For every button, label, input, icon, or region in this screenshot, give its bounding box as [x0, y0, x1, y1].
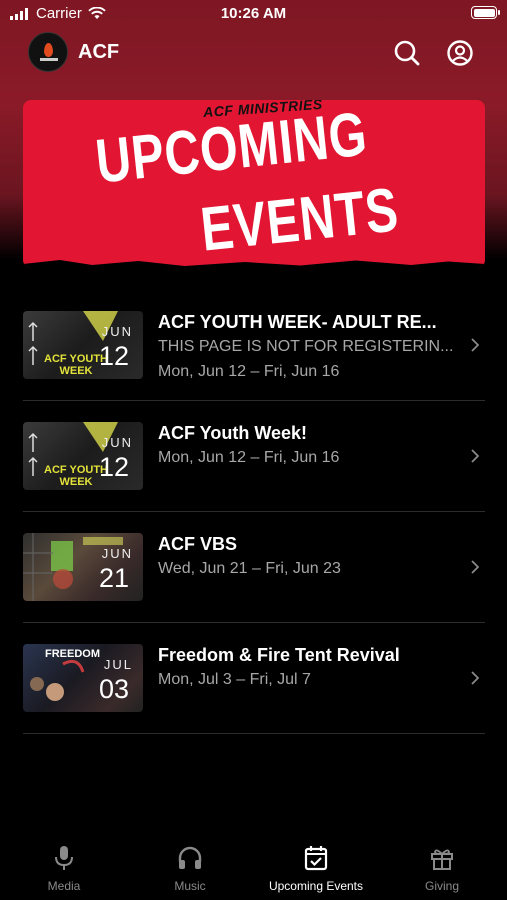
bottom-tab-bar: Media Music Upcoming Events Giving — [0, 838, 507, 900]
event-day: 12 — [98, 452, 129, 482]
headphones-icon — [178, 846, 202, 869]
event-row[interactable]: ACF YOUTH WEEK JUN 12 ACF Youth Week! Mo… — [23, 401, 485, 512]
banner-line-1: UPCOMING — [92, 100, 371, 197]
chevron-right-icon — [471, 338, 479, 352]
search-button[interactable] — [392, 38, 422, 68]
chevron-right-icon — [471, 449, 479, 463]
tab-media[interactable]: Media — [1, 844, 127, 893]
events-list: ACF YOUTH WEEK JUN 12 ACF YOUTH WEEK- AD… — [23, 290, 485, 734]
thumbnail-text: FREEDOM — [45, 648, 100, 660]
tab-label: Giving — [424, 879, 459, 893]
event-dates: Wed, Jun 21 – Fri, Jun 23 — [158, 560, 341, 577]
app-header: ACF — [0, 32, 507, 74]
event-title: ACF VBS — [158, 534, 238, 554]
event-thumbnail: ACF YOUTH WEEK JUN 12 — [23, 311, 143, 379]
tab-label: Upcoming Events — [268, 879, 364, 893]
microphone-icon — [55, 846, 73, 870]
chevron-right-icon — [471, 671, 479, 685]
event-day: 12 — [98, 341, 129, 371]
battery-icon — [471, 6, 500, 19]
status-time: 10:26 AM — [220, 5, 287, 22]
status-bar: Carrier 10:26 AM — [0, 0, 507, 28]
tab-label: Media — [47, 879, 81, 893]
event-month: JUN — [101, 324, 133, 339]
event-title: Freedom & Fire Tent Revival — [158, 645, 400, 665]
tab-giving[interactable]: Giving — [379, 844, 505, 893]
upcoming-events-banner: ACF MINISTRIES UPCOMING EVENTS — [23, 100, 485, 268]
event-month: JUN — [101, 435, 133, 450]
tab-label: Music — [174, 879, 206, 893]
event-month: JUN — [101, 546, 133, 561]
event-month: JUL — [103, 657, 133, 672]
app-title: ACF — [78, 41, 120, 63]
banner-line-2: EVENTS — [197, 175, 402, 265]
calendar-check-icon — [304, 846, 328, 871]
event-dates: Mon, Jul 3 – Fri, Jul 7 — [158, 671, 311, 688]
event-dates: Mon, Jun 12 – Fri, Jun 16 — [158, 449, 340, 466]
event-day: 21 — [98, 563, 129, 593]
event-row[interactable]: FREEDOM JUL 03 Freedom & Fire Tent Reviv… — [23, 623, 485, 734]
event-row[interactable]: ACF YOUTH WEEK JUN 12 ACF YOUTH WEEK- AD… — [23, 290, 485, 401]
account-icon — [447, 40, 473, 66]
app-logo[interactable] — [28, 32, 68, 72]
event-note: THIS PAGE IS NOT FOR REGISTERIN... — [158, 338, 454, 355]
event-thumbnail: JUN 21 — [23, 533, 143, 601]
event-dates: Mon, Jun 12 – Fri, Jun 16 — [158, 363, 340, 380]
event-row[interactable]: JUN 21 ACF VBS Wed, Jun 21 – Fri, Jun 23 — [23, 512, 485, 623]
event-title: ACF YOUTH WEEK- ADULT RE... — [158, 312, 437, 332]
event-thumbnail: FREEDOM JUL 03 — [23, 644, 143, 712]
profile-button[interactable] — [445, 38, 475, 68]
event-day: 03 — [98, 674, 129, 704]
tab-upcoming-events[interactable]: Upcoming Events — [253, 844, 379, 893]
search-icon — [394, 40, 420, 66]
event-thumbnail: ACF YOUTH WEEK JUN 12 — [23, 422, 143, 490]
gift-icon — [431, 849, 453, 870]
event-title: ACF Youth Week! — [158, 423, 308, 443]
chevron-right-icon — [471, 560, 479, 574]
tab-music[interactable]: Music — [127, 844, 253, 893]
